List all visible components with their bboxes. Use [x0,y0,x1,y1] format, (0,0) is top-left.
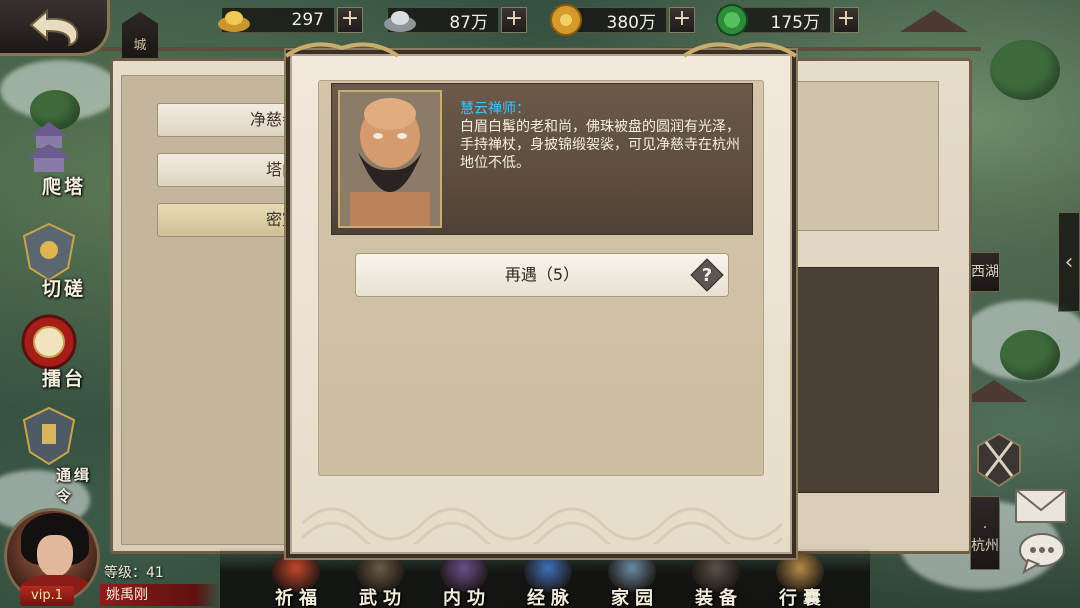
dialog-content-area: 慧云禅师： 白眉白髯的老和尚，佛珠被盘的圆润有光泽，手持禅杖，身披锦缎袈裟，可见… [318,80,764,476]
corner-ornament-icon [284,42,400,58]
info-box [781,81,939,231]
resource-jade-token: 175万 + [716,4,859,36]
add-jade-button[interactable]: + [833,7,859,33]
npc-dialog: 慧云禅师： 白眉白髯的老和尚，佛珠被盘的圆润有光泽，手持禅杖，身披锦缎袈裟，可见… [284,42,798,554]
location-tag-west-lake[interactable]: 西湖 [970,252,1000,292]
add-silver-button[interactable]: + [501,7,527,33]
location-button-tower-inside[interactable]: 塔内 [157,153,307,187]
encounter-button-label: 再遇（5） [504,265,580,284]
dock-label: 家园 [611,588,659,608]
help-icon[interactable]: ? [690,258,724,292]
mail-icon[interactable] [1014,486,1068,526]
level-label: 等级： [104,565,146,581]
wanted-crest-icon [22,406,76,466]
encounter-again-button[interactable]: 再遇（5） ? [355,253,729,297]
monk-portrait-icon [340,92,440,226]
side-menu-label: 爬塔 [42,176,87,198]
resource-copper-coin: 380万 + [550,4,695,36]
dock-label: 祈福 [275,588,323,608]
silver-ingot-icon [382,3,418,37]
location-tag-hangzhou[interactable]: · 杭州 [970,496,1000,570]
npc-portrait [338,90,442,228]
dock-label: 内功 [443,588,491,608]
location-button-jingci-temple[interactable]: 净慈寺 [157,103,307,137]
chat-bubble-icon[interactable] [1016,530,1068,574]
dock-label: 武功 [359,588,407,608]
dock-meridian[interactable]: 经脉 [510,552,590,608]
back-button[interactable] [0,0,110,56]
copper-coin-icon [548,3,584,37]
resource-silver: 87万 + [384,5,527,35]
location-button-secret-room[interactable]: 密室 [157,203,307,237]
dock-inventory[interactable]: 行囊 [762,552,842,608]
dock-martial-arts[interactable]: 武功 [342,552,422,608]
resource-gold-ingot: 297 + [218,5,363,35]
side-menu-label: 切磋 [42,278,87,300]
side-menu-tower-climb[interactable]: 爬塔 [6,120,106,210]
jade-token-icon [714,3,750,37]
help-icon-glyph: ? [702,265,712,286]
level-value: 41 [146,565,164,581]
side-menu-spar[interactable]: 切磋 [6,222,106,312]
dock-pray[interactable]: 祈福 [258,552,338,608]
dock-label: 装备 [695,588,743,608]
add-coin-button[interactable]: + [669,7,695,33]
location-sep: · [982,520,988,536]
back-arrow-icon [28,8,78,46]
side-menu-label: 通缉令 [56,466,93,505]
crossed-swords-icon[interactable] [976,432,1022,488]
side-menu-arena[interactable]: 擂台 [6,312,106,402]
npc-description: 白眉白髯的老和尚，佛珠被盘的圆润有光泽，手持禅杖，身披锦缎袈裟，可见净慈寺在杭州… [460,119,740,171]
dock-label: 经脉 [527,588,575,608]
player-name: 姚禹刚 [100,584,220,606]
avatar-face [37,535,73,577]
dock-inner-skill[interactable]: 内功 [426,552,506,608]
npc-name: 慧云禅师： [460,101,530,117]
dock-equipment[interactable]: 装备 [678,552,758,608]
dock-label: 行囊 [779,588,827,608]
gold-ingot-icon [216,3,252,37]
side-menu-wanted[interactable]: 通缉令 [6,406,106,505]
expand-arrow-button[interactable]: ‹ [1058,212,1080,312]
dock-homestead[interactable]: 家园 [594,552,674,608]
location-list [121,75,301,545]
wave-pattern [302,507,782,544]
corner-ornament-icon [682,42,798,58]
side-menu-label: 擂台 [42,368,87,390]
vip-badge[interactable]: vip.1 [20,586,74,606]
add-gold-button[interactable]: + [337,7,363,33]
preview-box [781,267,939,493]
npc-card: 慧云禅师： 白眉白髯的老和尚，佛珠被盘的圆润有光泽，手持禅杖，身披锦缎袈裟，可见… [331,83,753,235]
location-name: 杭州 [971,538,999,554]
player-level: 等级：41 [104,562,164,582]
